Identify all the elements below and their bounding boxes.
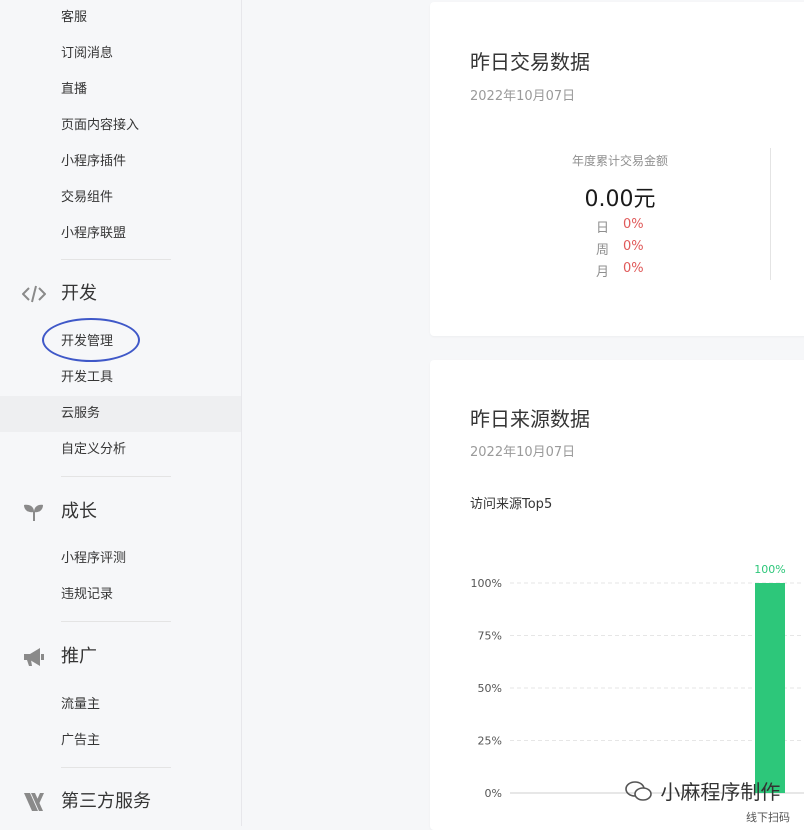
code-icon — [22, 285, 46, 303]
sidebar-item-customer-service[interactable]: 客服 — [0, 0, 241, 36]
sidebar-item-label: 开发管理 — [61, 334, 114, 349]
sidebar-item-custom-analysis[interactable]: 自定义分析 — [0, 432, 241, 468]
sidebar-item-subscribe-message[interactable]: 订阅消息 — [0, 36, 241, 72]
card-title: 昨日交易数据 — [470, 50, 590, 74]
section-label: 成长 — [61, 501, 97, 522]
divider — [61, 476, 171, 477]
y-tick-label: 50% — [478, 682, 502, 695]
sidebar-item-label: 页面内容接入 — [61, 118, 140, 133]
sidebar-item-label: 小程序评测 — [61, 551, 127, 566]
sidebar-item-trade-component[interactable]: 交易组件 — [0, 180, 241, 216]
section-label: 开发 — [61, 283, 97, 304]
y-tick-label: 100% — [471, 577, 502, 590]
section-develop: 开发 — [0, 274, 241, 314]
sidebar-item-label: 小程序插件 — [61, 154, 127, 169]
watermark-text: 小麻程序制作 — [660, 780, 781, 804]
sidebar-item-violations[interactable]: 违规记录 — [0, 577, 241, 613]
sidebar-item-label: 广告主 — [61, 733, 101, 748]
y-tick-label: 75% — [478, 630, 502, 643]
sidebar-item-label: 订阅消息 — [61, 46, 114, 61]
sidebar-item-traffic-owner[interactable]: 流量主 — [0, 687, 241, 723]
source-data-card: 昨日来源数据 2022年10月07日 访问来源Top5 100% 75% 50% 25… — [430, 360, 804, 830]
sidebar-item-plugins[interactable]: 小程序插件 — [0, 144, 241, 180]
sprout-icon — [24, 504, 43, 521]
sidebar-item-evaluation[interactable]: 小程序评测 — [0, 541, 241, 577]
sidebar-item-label: 违规记录 — [61, 587, 114, 602]
sidebar-item-alliance[interactable]: 小程序联盟 — [0, 216, 241, 252]
row-label-month: 月 — [596, 265, 610, 280]
qr-note: 线下扫码 — [746, 811, 790, 824]
card-divider — [770, 148, 771, 280]
row-label-week: 周 — [596, 243, 610, 258]
sidebar-item-page-content[interactable]: 页面内容接入 — [0, 108, 241, 144]
section-third-party: 第三方服务 — [0, 782, 241, 822]
bar[interactable] — [755, 583, 785, 793]
row-label-day: 日 — [596, 221, 610, 236]
section-promotion: 推广 — [0, 637, 241, 677]
y-tick-label: 25% — [478, 735, 502, 748]
sidebar-item-label: 直播 — [61, 82, 88, 97]
sidebar-item-label: 自定义分析 — [61, 442, 127, 457]
megaphone-icon — [24, 648, 44, 666]
source-top5-chart: 100% 75% 50% 25% 0% 100% — [471, 563, 804, 800]
row-value-month: 0% — [623, 261, 644, 276]
sidebar-item-live[interactable]: 直播 — [0, 72, 241, 108]
watermark: 小麻程序制作 — [624, 776, 780, 805]
divider — [61, 259, 171, 260]
divider — [61, 767, 171, 768]
sidebar-item-label: 云服务 — [61, 406, 101, 421]
sidebar-item-label: 流量主 — [61, 697, 101, 712]
sidebar: 客服 订阅消息 直播 页面内容接入 小程序插件 交易组件 小程序联盟 开发 开发… — [0, 0, 242, 826]
metric-value: 0.00元 — [584, 187, 656, 212]
row-value-week: 0% — [623, 239, 644, 254]
row-value-day: 0% — [623, 217, 644, 232]
section-label: 第三方服务 — [61, 791, 151, 812]
card-date: 2022年10月07日 — [470, 89, 576, 104]
divider — [61, 621, 171, 622]
metric-label: 年度累计交易金额 — [571, 154, 668, 168]
sidebar-item-advertiser[interactable]: 广告主 — [0, 723, 241, 759]
sidebar-item-label: 开发工具 — [61, 370, 114, 385]
section-growth: 成长 — [0, 492, 241, 532]
bar-data-label: 100% — [754, 563, 785, 576]
y-tick-label: 0% — [485, 787, 502, 800]
sidebar-item-dev-management[interactable]: 开发管理 — [0, 324, 241, 360]
sidebar-item-label: 小程序联盟 — [61, 226, 127, 241]
wechat-icon — [625, 781, 652, 801]
sidebar-item-label: 客服 — [61, 10, 88, 25]
section-label: 推广 — [61, 646, 97, 667]
sidebar-item-cloud-service[interactable]: 云服务 — [0, 396, 241, 432]
trade-data-card: 昨日交易数据 2022年10月07日 年度累计交易金额 0.00元 日 0% 周… — [430, 2, 804, 336]
sidebar-item-dev-tools[interactable]: 开发工具 — [0, 360, 241, 396]
third-party-icon — [24, 793, 44, 811]
sidebar-item-label: 交易组件 — [61, 190, 114, 205]
